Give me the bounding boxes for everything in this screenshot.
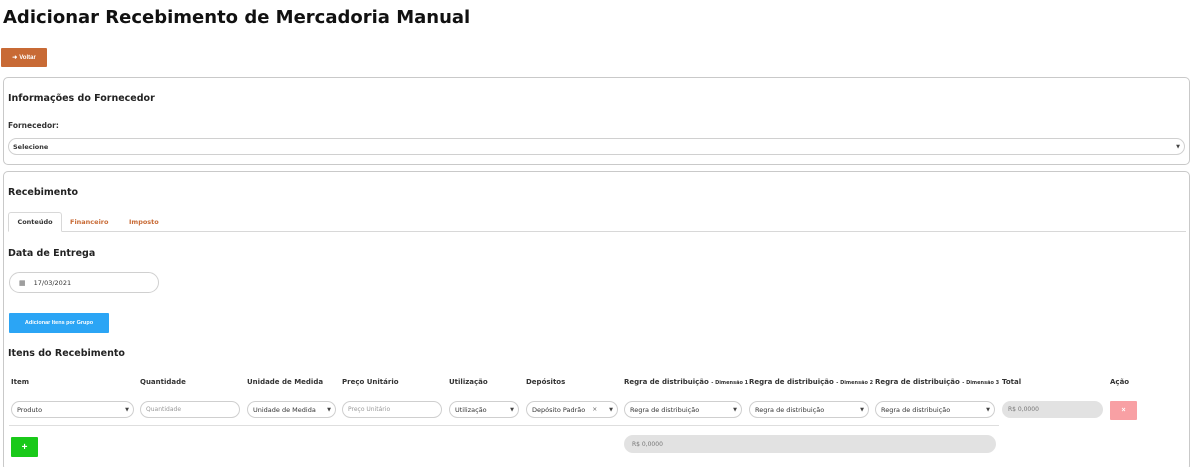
distribution-rule-dim3-select[interactable]: Regra de distribuição ▼ (875, 401, 995, 418)
col-head-rule-dim2-main: Regra de distribuição (749, 378, 834, 386)
supplier-section-title: Informações do Fornecedor (8, 93, 155, 104)
quantity-input[interactable]: Quantidade (140, 401, 240, 418)
chevron-down-icon: ▼ (327, 406, 331, 413)
tab-financeiro[interactable]: Financeiro (70, 212, 108, 232)
delivery-date-value: 17/03/2021 (33, 278, 72, 287)
col-head-action: Ação (1110, 378, 1130, 386)
item-select-value: Produto (17, 405, 43, 414)
col-head-item: Item (11, 378, 29, 386)
chevron-down-icon: ▼ (733, 406, 737, 413)
col-head-rule-dim3-main: Regra de distribuição (875, 378, 960, 386)
col-head-unit-price: Preço Unitário (342, 378, 399, 386)
distribution-rule-dim1-select[interactable]: Regra de distribuição ▼ (624, 401, 742, 418)
receipt-card: Recebimento Conteúdo Financeiro Imposto … (3, 171, 1190, 467)
items-section-title: Itens do Recebimento (8, 348, 125, 359)
chevron-down-icon: ▼ (609, 406, 613, 413)
distribution-rule-dim3-value: Regra de distribuição (881, 405, 951, 414)
back-button-label: Voltar (19, 54, 36, 61)
distribution-rule-dim1-value: Regra de distribuição (630, 405, 700, 414)
delivery-date-input[interactable]: ▦ 17/03/2021 (9, 272, 159, 293)
chevron-down-icon: ▼ (860, 406, 864, 413)
calendar-icon: ▦ (19, 278, 26, 287)
page-title: Adicionar Recebimento de Mercadoria Manu… (3, 7, 471, 28)
row-divider (9, 425, 999, 426)
chevron-down-icon: ▼ (510, 406, 514, 413)
col-head-quantity: Quantidade (140, 378, 186, 386)
unit-select-value: Unidade de Medida (253, 405, 316, 414)
add-row-button[interactable]: + (11, 437, 38, 457)
receipt-tabs: Conteúdo Financeiro Imposto (8, 212, 1186, 232)
col-head-rule-dim1: Regra de distribuição - Dimensão 1 (624, 378, 748, 386)
col-head-usage: Utilização (449, 378, 488, 386)
supplier-select[interactable]: Selecione ▼ (8, 138, 1185, 155)
col-head-rule-dim2-sub: - Dimensão 2 (836, 380, 874, 386)
col-head-rule-dim3-sub: - Dimensão 3 (962, 380, 1000, 386)
col-head-rule-dim2: Regra de distribuição - Dimensão 2 (749, 378, 873, 386)
supplier-card: Informações do Fornecedor Fornecedor: Se… (3, 77, 1190, 165)
col-head-deposits: Depósitos (526, 378, 566, 386)
delivery-date-label: Data de Entrega (8, 248, 96, 259)
delete-row-button[interactable]: × (1110, 401, 1137, 420)
back-button[interactable]: ➜ Voltar (1, 48, 47, 67)
item-select[interactable]: Produto ▼ (11, 401, 134, 418)
chevron-down-icon: ▼ (125, 406, 129, 413)
arrow-left-icon: ➜ (12, 55, 18, 61)
col-head-rule-dim3: Regra de distribuição - Dimensão 3 (875, 378, 999, 386)
distribution-rule-dim2-value: Regra de distribuição (755, 405, 825, 414)
row-total-field: R$ 0,0000 (1002, 401, 1103, 418)
supplier-field-label: Fornecedor: (8, 121, 59, 130)
distribution-rule-dim2-select[interactable]: Regra de distribuição ▼ (749, 401, 869, 418)
supplier-select-value: Selecione (13, 142, 49, 151)
col-head-unit: Unidade de Medida (247, 378, 324, 386)
usage-select[interactable]: Utilização ▼ (449, 401, 519, 418)
clear-icon[interactable]: × (592, 406, 597, 413)
tab-conteudo[interactable]: Conteúdo (8, 212, 62, 232)
col-head-rule-dim1-main: Regra de distribuição (624, 378, 709, 386)
deposit-select[interactable]: Depósito Padrão × ▼ (526, 401, 618, 418)
col-head-total: Total (1002, 378, 1022, 386)
col-head-rule-dim1-sub: - Dimensão 1 (711, 380, 749, 386)
chevron-down-icon: ▼ (1176, 143, 1180, 150)
add-items-by-group-button[interactable]: Adicionar Itens por Grupo (9, 313, 109, 333)
grand-total-field: R$ 0,0000 (624, 435, 996, 453)
deposit-select-value: Depósito Padrão (532, 405, 586, 414)
tab-imposto[interactable]: Imposto (129, 212, 159, 232)
unit-price-input[interactable]: Preço Unitário (342, 401, 442, 418)
usage-select-value: Utilização (455, 405, 487, 414)
chevron-down-icon: ▼ (986, 406, 990, 413)
receipt-section-title: Recebimento (8, 187, 79, 198)
unit-select[interactable]: Unidade de Medida ▼ (247, 401, 336, 418)
